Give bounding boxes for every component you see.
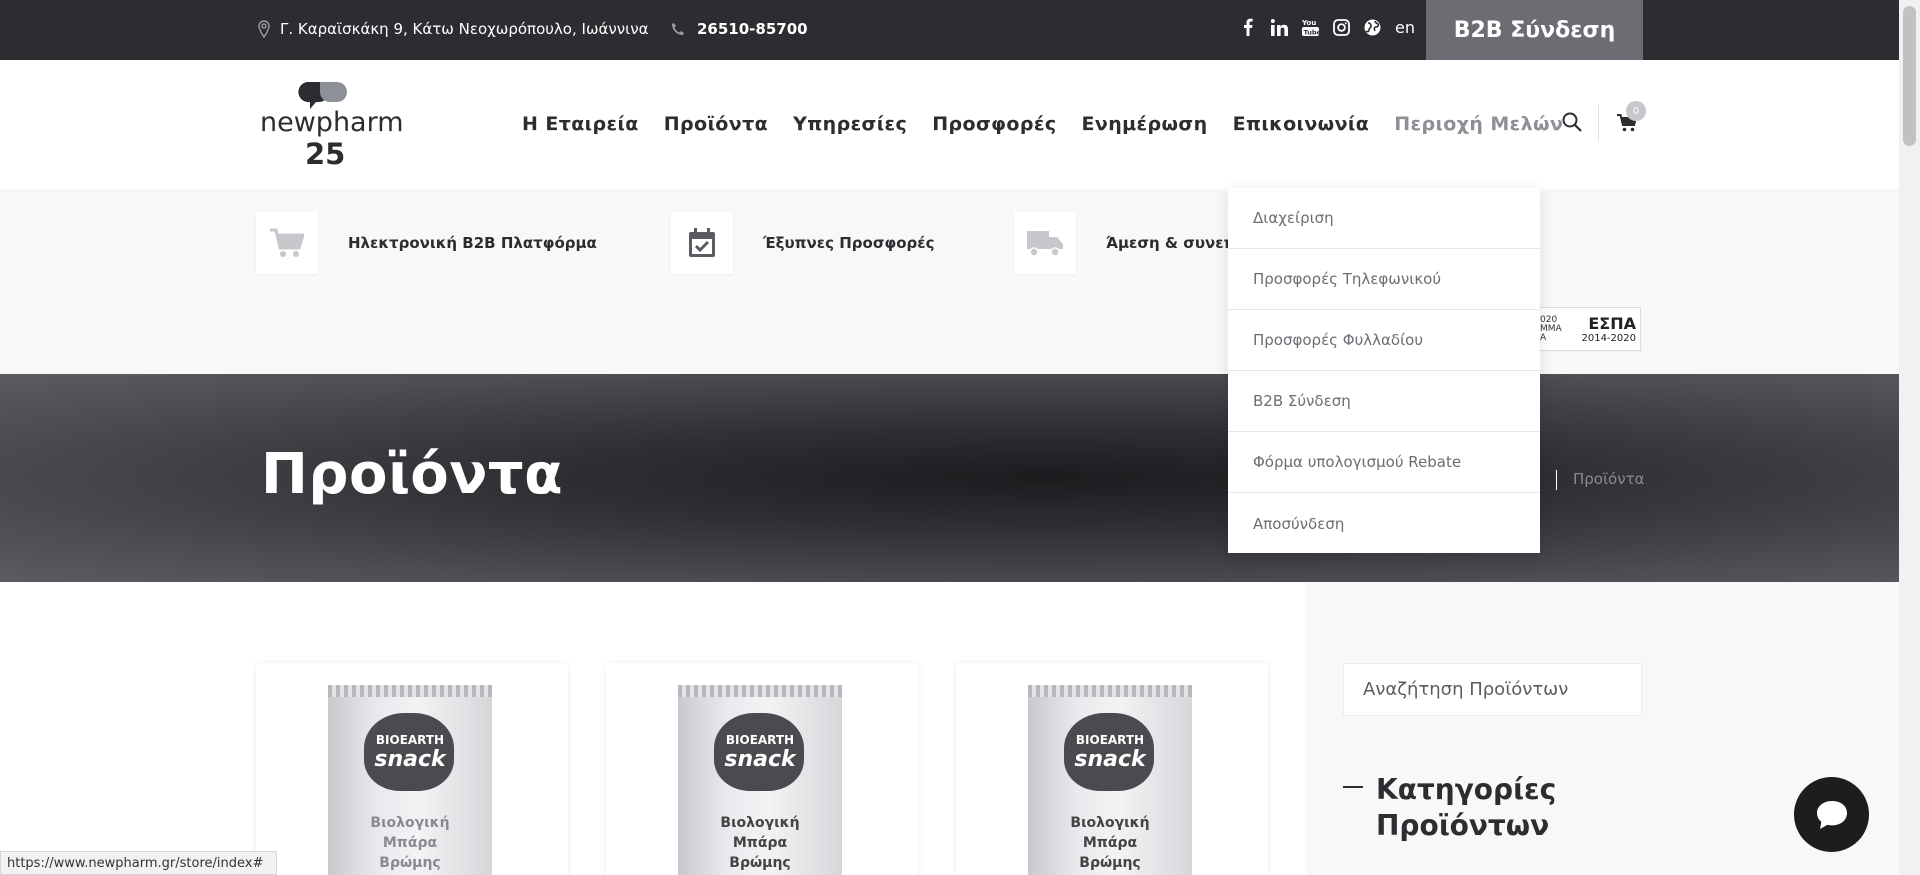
members-area-dropdown: Διαχείριση Προσφορές Τηλεφωνικού Προσφορ… (1228, 188, 1540, 553)
product-brand: BIOEARTH (725, 733, 795, 747)
truck-icon (1027, 231, 1063, 257)
product-search-input[interactable] (1363, 679, 1622, 700)
main-header: newpharm 25 Η Εταιρεία Προϊόντα Υπηρεσίε… (0, 60, 1899, 189)
cart-count-badge: 0 (1626, 101, 1646, 121)
language-switch[interactable]: en (1395, 18, 1415, 37)
product-description: Βιολογική Μπάρα Βρώμης (370, 815, 450, 871)
feature-label: Έξυπνες Προσφορές (763, 234, 935, 252)
product-description: Βιολογική Μπάρα Βρώμης (1070, 815, 1150, 871)
dropdown-item-rebate-form[interactable]: Φόρμα υπολογισμού Rebate (1228, 432, 1540, 493)
address: Γ. Καραϊσκάκη 9, Κάτω Νεοχωρόπουλο, Ιωάν… (258, 20, 649, 38)
feature-label: Ηλεκτρονική B2B Πλατφόρμα (348, 234, 597, 252)
phone-number: 26510-85700 (697, 20, 808, 38)
chat-button[interactable] (1794, 777, 1869, 852)
svg-text:Tube: Tube (1303, 28, 1319, 36)
categories-title: Κατηγορίες Προϊόντων (1376, 773, 1557, 842)
facebook-icon[interactable] (1238, 17, 1258, 37)
breadcrumb-current: Προϊόντα (1573, 470, 1645, 488)
social-links: You Tube en (1238, 17, 1415, 37)
header-divider (1598, 105, 1599, 141)
feature-icon-box (671, 212, 733, 274)
nav-company[interactable]: Η Εταιρεία (522, 113, 639, 135)
dropdown-item-management[interactable]: Διαχείριση (1228, 188, 1540, 249)
nav-products[interactable]: Προϊόντα (664, 113, 768, 135)
product-card[interactable]: BIOEARTH snack Βιολογική Μπάρα Βρώμης (956, 663, 1268, 875)
product-card[interactable]: BIOEARTH snack Βιολογική Μπάρα Βρώμης (256, 663, 568, 875)
product-brand: BIOEARTH (1075, 733, 1145, 747)
dropdown-item-leaflet-offers[interactable]: Προσφορές Φυλλαδίου (1228, 310, 1540, 371)
categories-title-bar (1343, 786, 1363, 788)
newpharm-logo[interactable]: newpharm 25 (260, 80, 408, 166)
search-icon[interactable] (1562, 112, 1582, 132)
feature-icon-box (1014, 212, 1076, 274)
feature-smart-offers: Έξυπνες Προσφορές (671, 212, 935, 274)
page-title: Προϊόντα (261, 442, 564, 507)
nav-offers[interactable]: Προσφορές (932, 113, 1056, 135)
top-bar: Γ. Καραϊσκάκη 9, Κάτω Νεοχωρόπουλο, Ιωάν… (0, 0, 1899, 60)
product-image: BIOEARTH snack Βιολογική Μπάρα Βρώμης (1028, 685, 1192, 875)
product-image: BIOEARTH snack Βιολογική Μπάρα Βρώμης (678, 685, 842, 875)
dropdown-item-b2b-login[interactable]: B2B Σύνδεση (1228, 371, 1540, 432)
product-image: BIOEARTH snack Βιολογική Μπάρα Βρώμης (328, 685, 492, 875)
svg-text:newpharm: newpharm (260, 107, 404, 138)
product-name: snack (1074, 747, 1146, 772)
feature-b2b-platform: Ηλεκτρονική B2B Πλατφόρμα (256, 212, 597, 274)
feature-icon-box (256, 212, 318, 274)
globe-icon[interactable] (1362, 17, 1382, 37)
product-search (1343, 663, 1642, 716)
address-text: Γ. Καραϊσκάκη 9, Κάτω Νεοχωρόπουλο, Ιωάν… (280, 20, 649, 38)
page-scrollbar[interactable] (1899, 0, 1920, 875)
nav-members-area[interactable]: Περιοχή Μελών (1394, 113, 1563, 135)
browser-status-bar: https://www.newpharm.gr/store/index# (0, 851, 277, 875)
phone[interactable]: 26510-85700 (671, 20, 808, 38)
b2b-login-button[interactable]: B2B Σύνδεση (1426, 0, 1643, 60)
product-brand: BIOEARTH (375, 733, 445, 747)
features-strip: Ηλεκτρονική B2B Πλατφόρμα Έξυπνες Προσφο… (0, 189, 1899, 374)
youtube-icon[interactable]: You Tube (1300, 17, 1320, 37)
instagram-icon[interactable] (1331, 17, 1351, 37)
linkedin-icon[interactable] (1269, 17, 1289, 37)
location-pin-icon (258, 20, 270, 38)
product-card[interactable]: BIOEARTH snack Βιολογική Μπάρα Βρώμης (606, 663, 918, 875)
espa-left-text: 020 MMA A (1540, 314, 1562, 343)
espa-title: ΕΣΠΑ (1588, 314, 1636, 333)
scrollbar-thumb[interactable] (1903, 6, 1916, 146)
espa-right: ΕΣΠΑ 2014-2020 (1576, 314, 1640, 344)
nav-services[interactable]: Υπηρεσίες (793, 113, 907, 135)
dropdown-item-phone-offers[interactable]: Προσφορές Τηλεφωνικού (1228, 249, 1540, 310)
breadcrumb-separator (1556, 470, 1557, 490)
espa-banner[interactable]: 020 MMA A ΕΣΠΑ 2014-2020 (1537, 307, 1641, 351)
chat-bubble-icon (1816, 800, 1847, 829)
feature-label: Άμεση & συνεπή (1106, 234, 1247, 252)
nav-contact[interactable]: Επικοινωνία (1233, 113, 1370, 135)
main-nav: Η Εταιρεία Προϊόντα Υπηρεσίες Προσφορές … (522, 113, 1563, 135)
calendar-check-icon (689, 228, 715, 257)
svg-text:You: You (1302, 19, 1316, 27)
page-hero: Προϊόντα α Προϊόντα (0, 374, 1899, 582)
product-name: snack (374, 747, 446, 772)
svg-text:25: 25 (305, 137, 345, 166)
dropdown-item-logout[interactable]: Αποσύνδεση (1228, 493, 1540, 554)
product-name: snack (724, 747, 796, 772)
feature-fast-delivery: Άμεση & συνεπή (1014, 212, 1246, 274)
phone-icon (672, 23, 684, 35)
cart-icon (270, 228, 304, 257)
product-description: Βιολογική Μπάρα Βρώμης (720, 815, 800, 871)
nav-news[interactable]: Ενημέρωση (1082, 113, 1208, 135)
espa-years: 2014-2020 (1581, 333, 1636, 344)
